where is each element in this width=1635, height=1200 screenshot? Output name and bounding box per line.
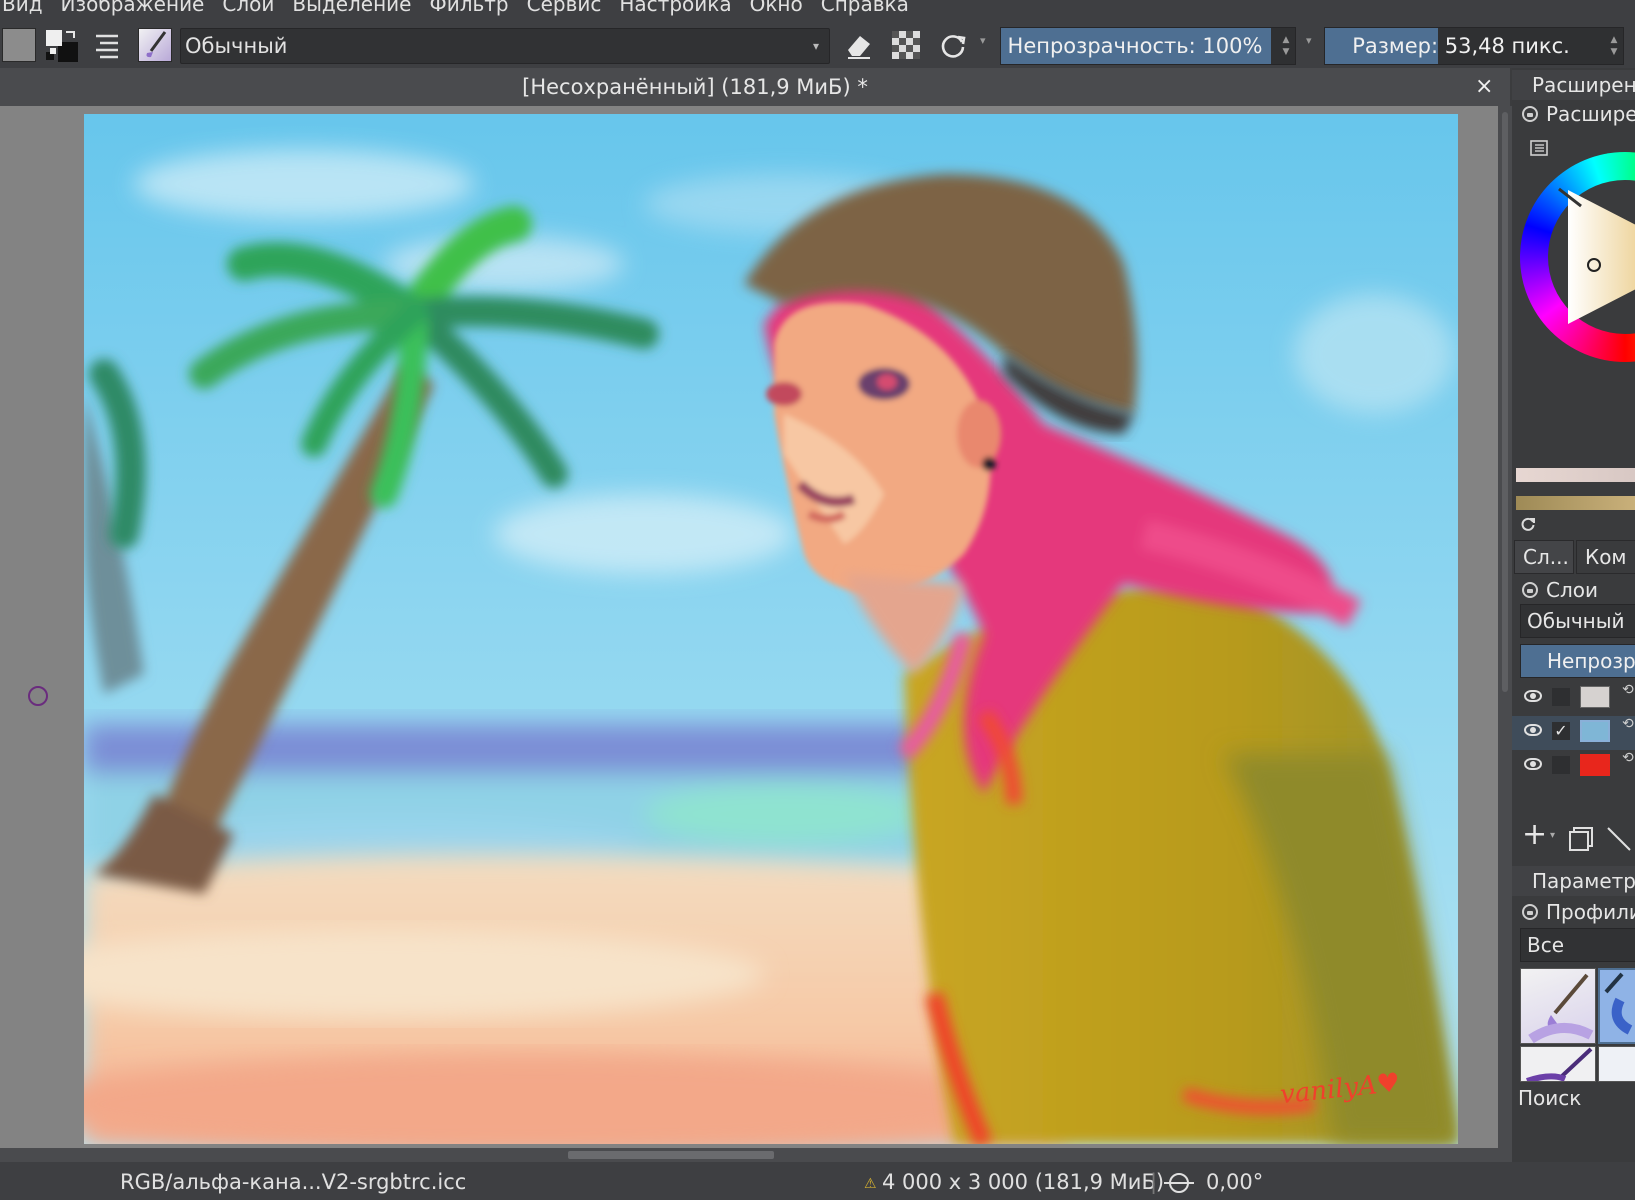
- inherit-alpha-icon[interactable]: ⟲: [1622, 716, 1634, 732]
- fg-bg-color-icon[interactable]: [44, 28, 80, 64]
- duplicate-layer-icon[interactable]: [1568, 826, 1594, 852]
- layer-checkbox[interactable]: ✓: [1552, 722, 1570, 740]
- lock-icon[interactable]: [1522, 582, 1538, 598]
- size-slider[interactable]: Размер: 53,48 пикс. ▲ ▼: [1324, 27, 1624, 65]
- add-layer-icon[interactable]: +: [1522, 820, 1547, 850]
- advanced-color-selector-header: Расширенный: [1512, 100, 1635, 128]
- move-layer-icon[interactable]: [1606, 826, 1635, 852]
- menu-window[interactable]: Окно: [741, 0, 812, 16]
- layer-opacity-slider[interactable]: Непрозрачность: [1520, 644, 1635, 678]
- warning-icon: ⚠: [864, 1176, 877, 1192]
- lock-icon[interactable]: [1522, 106, 1538, 122]
- layer-checkbox[interactable]: [1552, 688, 1570, 706]
- horizontal-scrollbar[interactable]: [0, 1148, 1512, 1162]
- close-icon[interactable]: ×: [1475, 74, 1493, 99]
- chevron-down-icon[interactable]: ▾: [1306, 34, 1312, 47]
- layer-row[interactable]: ⟲: [1512, 750, 1635, 784]
- painting-image: [84, 114, 1458, 1144]
- brush-search-label[interactable]: Поиск: [1518, 1086, 1581, 1110]
- layer-thumbnail: [1580, 720, 1610, 742]
- menu-help[interactable]: Справка: [812, 0, 918, 16]
- canvas-area[interactable]: vanilyA♥: [0, 106, 1498, 1148]
- opacity-slider-label: Непрозрачность: 100%: [1007, 34, 1263, 58]
- vertical-scrollbar[interactable]: [1498, 106, 1512, 1148]
- inherit-alpha-icon[interactable]: ⟲: [1622, 682, 1634, 698]
- menu-select[interactable]: Выделение: [283, 0, 420, 16]
- chevron-down-icon: ▾: [812, 39, 819, 53]
- brush-settings-icon[interactable]: [94, 32, 120, 60]
- separator: |: [1150, 1170, 1158, 1194]
- reload-preset-icon[interactable]: [938, 30, 968, 60]
- krita-window: Вид Изображение Слои Выделение Фильтр Се…: [0, 0, 1635, 1200]
- list-settings-icon[interactable]: [1530, 140, 1548, 156]
- color-triangle[interactable]: [1548, 180, 1635, 334]
- document-tab[interactable]: [Несохранённый] (181,9 МиБ) * ×: [0, 68, 1510, 106]
- menu-settings[interactable]: Настройка: [610, 0, 740, 16]
- menu-image[interactable]: Изображение: [52, 0, 214, 16]
- size-slider-label: Размер: 53,48 пикс.: [1352, 34, 1570, 58]
- tab-layers[interactable]: Сл...: [1514, 540, 1574, 574]
- preserve-alpha-icon[interactable]: [892, 31, 920, 59]
- vertical-scrollbar-thumb[interactable]: [1502, 112, 1508, 692]
- layer-blend-mode-select[interactable]: Обычный: [1520, 604, 1635, 638]
- size-spin-arrows[interactable]: ▲ ▼: [1605, 28, 1623, 64]
- brush-preset-icon[interactable]: [138, 28, 172, 62]
- layers-header: Слои: [1512, 576, 1635, 604]
- layer-checkbox[interactable]: [1552, 756, 1570, 774]
- blend-mode-select[interactable]: Обычный ▾: [180, 28, 830, 64]
- document-title: [Несохранённый] (181,9 МиБ) *: [522, 75, 868, 99]
- tab-compositions[interactable]: Ком: [1576, 540, 1635, 574]
- brush-preset-tile[interactable]: [1598, 1046, 1635, 1082]
- brush-presets-title[interactable]: Параметры: [1512, 866, 1635, 896]
- menu-filter[interactable]: Фильтр: [420, 0, 517, 16]
- rotation-icon[interactable]: [1162, 1172, 1196, 1194]
- lock-icon[interactable]: [1522, 904, 1538, 920]
- status-bar: RGB/альфа-кана...V2-srgbtrc.icc ⚠ 4 000 …: [0, 1162, 1635, 1200]
- layer-row[interactable]: ⟲: [1512, 682, 1635, 716]
- layer-row-selected[interactable]: ✓ ⟲: [1512, 716, 1635, 750]
- pattern-swatch[interactable]: [2, 28, 36, 62]
- brush-tag-filter-select[interactable]: Все: [1520, 928, 1635, 962]
- chevron-down-icon[interactable]: ▾: [980, 34, 986, 47]
- menu-tools[interactable]: Сервис: [518, 0, 611, 16]
- brush-cursor-outline: [28, 686, 48, 706]
- menu-view[interactable]: Вид: [0, 0, 52, 16]
- color-gradient-strip[interactable]: [1516, 496, 1635, 510]
- brush-preset-tile[interactable]: [1520, 1046, 1596, 1082]
- menu-bar: Вид Изображение Слои Выделение Фильтр Се…: [0, 0, 1635, 22]
- eye-icon[interactable]: [1524, 758, 1542, 770]
- eye-icon[interactable]: [1524, 724, 1542, 736]
- refresh-icon[interactable]: [1520, 516, 1536, 532]
- chevron-down-icon[interactable]: ▾: [1550, 830, 1555, 841]
- brush-preset-tile[interactable]: [1598, 968, 1635, 1044]
- image-size-status[interactable]: 4 000 x 3 000 (181,9 МиБ): [882, 1170, 1164, 1194]
- color-profile-status[interactable]: RGB/альфа-кана...V2-srgbtrc.icc: [120, 1170, 466, 1194]
- eraser-icon[interactable]: [844, 30, 874, 60]
- canvas-painting[interactable]: vanilyA♥: [84, 114, 1458, 1144]
- opacity-slider[interactable]: Непрозрачность: 100% ▲ ▼: [1000, 27, 1296, 65]
- blend-mode-value: Обычный: [185, 34, 288, 58]
- inherit-alpha-icon[interactable]: ⟲: [1622, 750, 1634, 766]
- brush-preset-tile[interactable]: [1520, 968, 1596, 1044]
- rotation-status[interactable]: 0,00°: [1206, 1170, 1263, 1194]
- brush-presets-header: Профили: [1512, 898, 1635, 926]
- right-docker-panel: Расширенный Расширенный: [1512, 68, 1635, 1162]
- color-history-strip[interactable]: [1516, 468, 1635, 482]
- brush-toolbar: Обычный ▾ ▾ Непрозрачность: 100% ▲ ▼ ▾ Ра: [0, 22, 1635, 68]
- layer-thumbnail: [1580, 686, 1610, 708]
- layer-list: ⟲ ✓ ⟲ ⟲: [1512, 682, 1635, 822]
- layer-thumbnail: [1580, 754, 1610, 776]
- opacity-spin-arrows[interactable]: ▲ ▼: [1277, 28, 1295, 64]
- menu-layers[interactable]: Слои: [213, 0, 283, 16]
- advanced-color-selector-title[interactable]: Расширенный: [1512, 70, 1635, 100]
- horizontal-scrollbar-thumb[interactable]: [568, 1151, 774, 1159]
- eye-icon[interactable]: [1524, 690, 1542, 702]
